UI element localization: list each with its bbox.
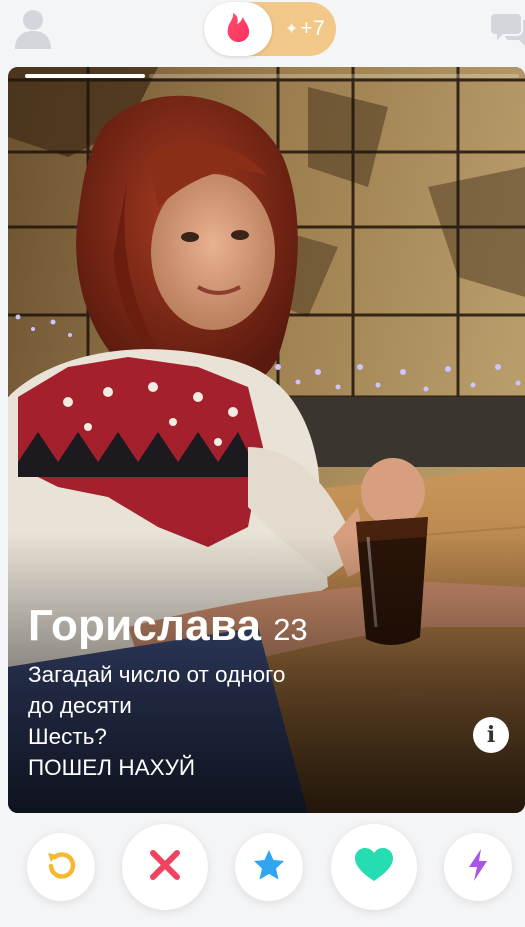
info-button[interactable]: i — [473, 717, 509, 753]
like-button[interactable] — [331, 824, 417, 910]
discovery-tab[interactable] — [204, 2, 272, 56]
likes-count-badge: +7 — [300, 17, 326, 40]
photo-indicator-active — [25, 74, 145, 78]
star-icon — [252, 848, 286, 887]
heart-icon — [354, 847, 394, 888]
flame-icon — [225, 11, 251, 48]
boost-button[interactable] — [444, 833, 512, 901]
super-like-button[interactable] — [235, 833, 303, 901]
sparkle-icon: ✦ — [284, 21, 299, 38]
lightning-icon — [466, 848, 490, 887]
profile-card[interactable]: Горислава 23 Загадай число от одного до … — [8, 67, 525, 813]
rewind-button[interactable] — [27, 833, 95, 901]
action-bar — [0, 815, 525, 927]
bio-line: ПОШЕЛ НАХУЙ — [28, 755, 196, 780]
bio-line: до десяти — [28, 693, 132, 718]
discovery-toggle[interactable]: ✦ +7 — [204, 2, 336, 56]
profile-name: Горислава — [28, 601, 262, 650]
info-icon: i — [486, 722, 496, 748]
name-row: Горислава 23 — [28, 601, 308, 651]
profile-age: 23 — [273, 612, 308, 647]
bio-line: Загадай число от одного — [28, 662, 286, 687]
profile-icon[interactable] — [14, 8, 52, 50]
nope-button[interactable] — [122, 824, 208, 910]
profile-bio: Загадай число от одного до десяти Шесть?… — [28, 659, 448, 783]
top-bar: ✦ +7 — [0, 0, 525, 62]
likes-you-tab[interactable]: ✦ +7 — [274, 2, 336, 56]
photo-indicator-inactive — [149, 74, 519, 78]
rewind-icon — [45, 849, 77, 886]
close-icon — [147, 847, 183, 888]
chat-icon[interactable] — [491, 10, 525, 48]
bio-line: Шесть? — [28, 724, 107, 749]
